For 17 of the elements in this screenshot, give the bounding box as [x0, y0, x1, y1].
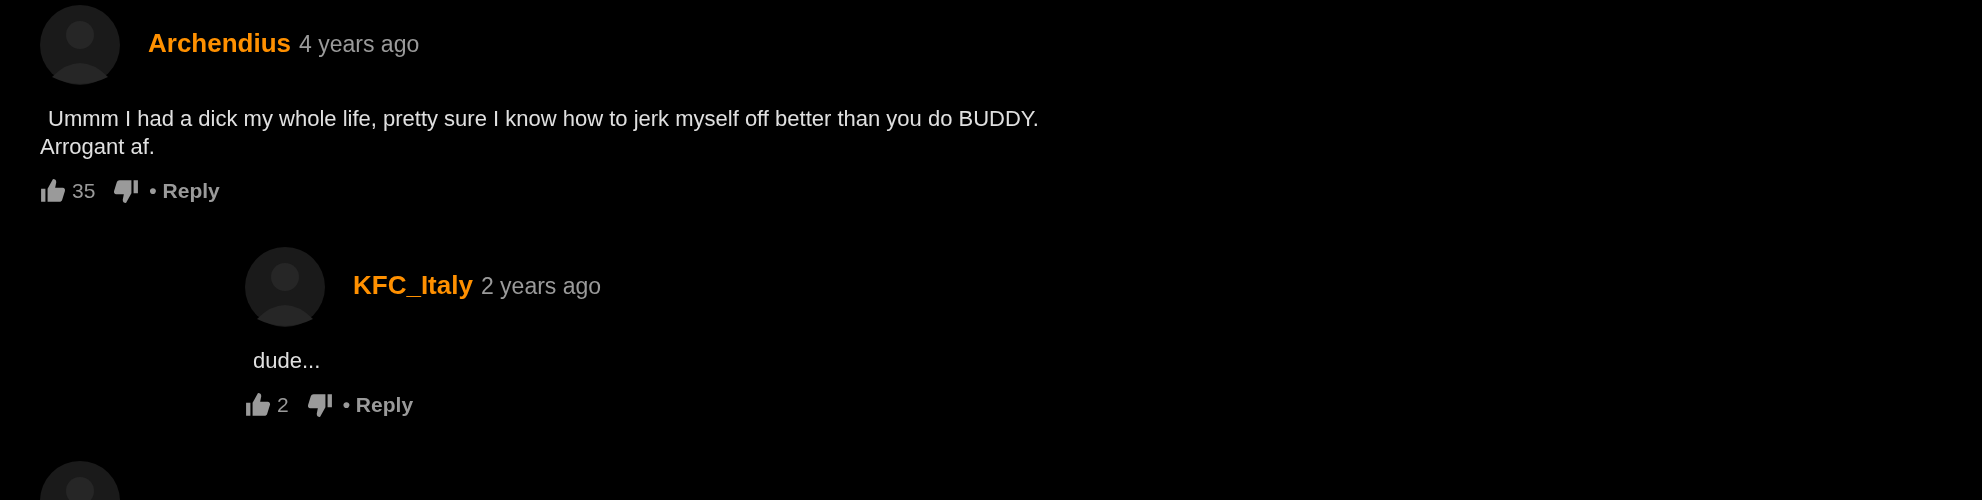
thumbs-up-icon[interactable]: [40, 178, 66, 204]
comment-time: 2 years ago: [480, 272, 602, 300]
author-name[interactable]: KFC_Italy: [353, 269, 473, 301]
comment-text: Ummm I had a dick my whole life, pretty sure I know how to jerk myself off better than you do BUDDY.: [48, 105, 1040, 133]
comment-text: Arrogant af.: [40, 133, 156, 161]
avatar-icon: [40, 5, 120, 85]
thumbs-down-icon[interactable]: [306, 392, 333, 418]
comment-time: 4 years ago: [299, 30, 420, 58]
reply-link[interactable]: • Reply: [342, 393, 414, 417]
reply-link[interactable]: • Reply: [149, 179, 220, 203]
comment-text: dude...: [253, 347, 322, 375]
like-count: 35: [72, 179, 96, 203]
like-count: 2: [277, 393, 289, 417]
thumbs-down-icon[interactable]: [113, 178, 140, 204]
thumbs-up-icon[interactable]: [245, 392, 271, 418]
avatar-icon: [245, 247, 325, 327]
author-name[interactable]: Archendius: [148, 27, 292, 59]
